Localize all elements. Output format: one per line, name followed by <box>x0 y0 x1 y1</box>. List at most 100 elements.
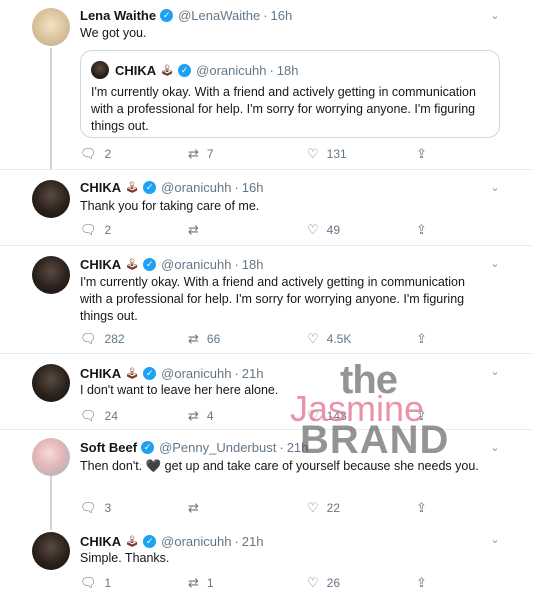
reply-icon: 🗨 <box>80 146 97 161</box>
reply-count: 2 <box>104 147 112 161</box>
share-button[interactable]: ⇪ <box>416 330 435 348</box>
avatar[interactable] <box>32 364 70 402</box>
verified-badge-icon: ✓ <box>143 180 157 194</box>
user-handle: @oranicuhh <box>196 62 267 78</box>
share-button[interactable]: ⇪ <box>416 499 435 517</box>
display-name[interactable]: CHIKA <box>80 366 121 381</box>
tweet-text: We got you. <box>80 26 147 40</box>
chevron-down-icon[interactable]: ⌄ <box>487 256 503 272</box>
separator-dot: · <box>279 439 284 455</box>
quoted-tweet[interactable]: CHIKA 🕹 ✓ @oranicuhh · 18h I'm currently… <box>80 50 500 138</box>
tweet[interactable]: CHIKA 🕹 ✓ @oranicuhh · 21h ⌄ I don't wan… <box>0 354 533 430</box>
tweet-header: CHIKA 🕹 ✓ @oranicuhh · 21h <box>80 364 263 382</box>
like-button[interactable]: ♡ 4.5K <box>307 330 351 348</box>
tweet[interactable]: Soft Beef ✓ @Penny_Underbust · 21h ⌄ The… <box>0 430 533 522</box>
reply-button[interactable]: 🗨 2 <box>80 145 111 163</box>
like-button[interactable]: ♡ 22 <box>307 499 340 517</box>
share-icon: ⇪ <box>416 331 427 346</box>
user-handle[interactable]: @oranicuhh <box>161 257 231 272</box>
timestamp[interactable]: 16h <box>242 180 264 195</box>
joystick-emoji: 🕹 <box>125 258 140 271</box>
share-icon: ⇪ <box>416 222 427 237</box>
user-handle[interactable]: @oranicuhh <box>161 366 231 381</box>
tweet-actions: 🗨 2 ⇄ 7 ♡ 131 ⇪ <box>80 145 440 163</box>
timestamp[interactable]: 21h <box>287 440 309 455</box>
display-name[interactable]: CHIKA <box>80 180 121 195</box>
like-icon: ♡ <box>307 331 319 346</box>
share-icon: ⇪ <box>416 146 427 161</box>
like-count: 131 <box>326 147 347 161</box>
display-name[interactable]: Lena Waithe <box>80 8 156 23</box>
like-icon: ♡ <box>307 146 319 161</box>
retweet-button[interactable]: ⇄ 66 <box>188 330 220 348</box>
reply-button[interactable]: 🗨 2 <box>80 221 111 239</box>
like-button[interactable]: ♡ 143 <box>307 407 347 425</box>
timestamp[interactable]: 16h <box>271 8 293 23</box>
like-button[interactable]: ♡ 49 <box>307 221 340 239</box>
reply-count: 3 <box>104 501 112 515</box>
tweet-actions: 🗨 1 ⇄ 1 ♡ 26 ⇪ <box>80 574 440 592</box>
chevron-down-icon[interactable]: ⌄ <box>487 8 503 24</box>
display-name[interactable]: CHIKA <box>80 534 121 549</box>
reply-icon: 🗨 <box>80 331 97 346</box>
share-button[interactable]: ⇪ <box>416 145 435 163</box>
tweet[interactable]: CHIKA 🕹 ✓ @oranicuhh · 18h ⌄ I'm current… <box>0 246 533 354</box>
separator-dot: · <box>234 533 239 549</box>
tweet-text: Then don't. 🖤 get up and take care of yo… <box>80 459 479 473</box>
tweet-header: CHIKA 🕹 ✓ @oranicuhh · 18h <box>80 255 263 273</box>
retweet-button[interactable]: ⇄ 7 <box>188 145 214 163</box>
like-count: 4.5K <box>326 332 352 346</box>
timestamp[interactable]: 18h <box>242 257 264 272</box>
share-button[interactable]: ⇪ <box>416 221 435 239</box>
share-button[interactable]: ⇪ <box>416 574 435 592</box>
reply-button[interactable]: 🗨 24 <box>80 407 118 425</box>
retweet-button[interactable]: ⇄ 4 <box>188 407 214 425</box>
tweet[interactable]: Lena Waithe ✓ @LenaWaithe · 16h ⌄ We got… <box>0 0 533 170</box>
user-handle[interactable]: @LenaWaithe <box>178 8 260 23</box>
user-handle[interactable]: @oranicuhh <box>161 534 231 549</box>
avatar[interactable] <box>32 180 70 218</box>
reply-button[interactable]: 🗨 1 <box>80 574 111 592</box>
chevron-down-icon[interactable]: ⌄ <box>487 440 503 456</box>
avatar[interactable] <box>32 532 70 570</box>
joystick-emoji: 🕹 <box>125 535 140 548</box>
share-button[interactable]: ⇪ <box>416 407 435 425</box>
tweet-actions: 🗨 24 ⇄ 4 ♡ 143 ⇪ <box>80 407 440 425</box>
chevron-down-icon[interactable]: ⌄ <box>487 180 503 196</box>
avatar[interactable] <box>32 8 70 46</box>
tweet-text: I don't want to leave her here alone. <box>80 383 279 397</box>
display-name[interactable]: Soft Beef <box>80 440 137 455</box>
like-button[interactable]: ♡ 26 <box>307 574 340 592</box>
retweet-count: 7 <box>206 147 214 161</box>
retweet-button[interactable]: ⇄ <box>188 499 207 517</box>
chevron-down-icon[interactable]: ⌄ <box>487 532 503 548</box>
reply-button[interactable]: 🗨 3 <box>80 499 111 517</box>
tweet[interactable]: CHIKA 🕹 ✓ @oranicuhh · 16h ⌄ Thank you f… <box>0 170 533 246</box>
retweet-button[interactable]: ⇄ 1 <box>188 574 214 592</box>
chevron-down-icon[interactable]: ⌄ <box>487 364 503 380</box>
quoted-tweet-text: I'm currently okay. With a friend and ac… <box>91 85 476 133</box>
share-icon: ⇪ <box>416 408 427 423</box>
like-count: 143 <box>326 409 347 423</box>
display-name[interactable]: CHIKA <box>80 257 121 272</box>
joystick-emoji: 🕹 <box>125 181 140 194</box>
verified-badge-icon: ✓ <box>141 440 155 454</box>
like-icon: ♡ <box>307 575 319 590</box>
user-handle[interactable]: @Penny_Underbust <box>159 440 276 455</box>
like-icon: ♡ <box>307 222 319 237</box>
avatar[interactable] <box>32 438 70 476</box>
timestamp[interactable]: 21h <box>242 366 264 381</box>
like-button[interactable]: ♡ 131 <box>307 145 347 163</box>
reply-count: 282 <box>104 332 125 346</box>
tweet-header: CHIKA 🕹 ✓ @oranicuhh · 16h <box>80 178 263 196</box>
tweet-header: CHIKA 🕹 ✓ @oranicuhh · 21h <box>80 532 263 550</box>
user-handle[interactable]: @oranicuhh <box>161 180 231 195</box>
reply-icon: 🗨 <box>80 408 97 423</box>
reply-icon: 🗨 <box>80 500 97 515</box>
timestamp[interactable]: 21h <box>242 534 264 549</box>
tweet[interactable]: CHIKA 🕹 ✓ @oranicuhh · 21h ⌄ Simple. Tha… <box>0 522 533 600</box>
avatar[interactable] <box>32 256 70 294</box>
reply-button[interactable]: 🗨 282 <box>80 330 125 348</box>
retweet-icon: ⇄ <box>188 222 199 237</box>
retweet-button[interactable]: ⇄ <box>188 221 207 239</box>
